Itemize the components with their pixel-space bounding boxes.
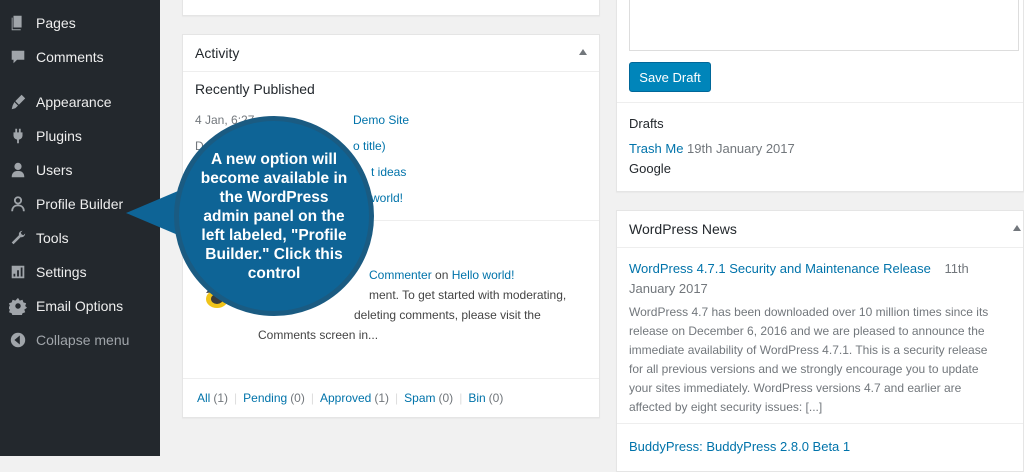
separator: | xyxy=(234,391,238,405)
filter-pending-link[interactable]: Pending xyxy=(243,391,287,405)
filter-count: (0) xyxy=(438,391,454,405)
post-link[interactable]: world! xyxy=(371,191,403,205)
draft-title-link[interactable]: Trash Me xyxy=(629,141,683,156)
activity-title: Activity xyxy=(195,45,240,61)
pages-icon xyxy=(0,14,36,32)
recently-published-heading: Recently Published xyxy=(195,81,315,97)
news-item-date: January 2017 xyxy=(629,281,708,296)
filter-bin-link[interactable]: Bin xyxy=(468,391,485,405)
sidebar-item-users[interactable]: Users xyxy=(0,153,160,187)
filter-count: (1) xyxy=(213,391,229,405)
draft-date: 19th January 2017 xyxy=(687,141,795,156)
divider xyxy=(617,423,1023,424)
sidebar-item-label: Settings xyxy=(36,264,87,280)
excerpt-line: affected by eight security issues: [...] xyxy=(629,400,823,414)
collapse-menu-label: Collapse menu xyxy=(36,332,130,348)
excerpt-line: release on December 6, 2016 and we are p… xyxy=(629,324,985,338)
post-link[interactable]: o title) xyxy=(353,139,386,153)
sidebar-item-comments[interactable]: Comments xyxy=(0,40,160,74)
draft-item: Trash Me 19th January 2017 xyxy=(629,141,795,156)
save-draft-button[interactable]: Save Draft xyxy=(629,62,711,92)
activity-header[interactable]: Activity xyxy=(183,35,599,72)
sidebar-item-plugins[interactable]: Plugins xyxy=(0,119,160,153)
comment-on-word: on xyxy=(435,268,449,282)
post-link[interactable]: t ideas xyxy=(371,165,406,179)
quick-draft-widget: Save Draft Drafts Trash Me 19th January … xyxy=(616,0,1024,192)
post-link[interactable]: Demo Site xyxy=(353,113,409,127)
appearance-icon xyxy=(0,93,36,111)
tutorial-callout: A new option will become available in th… xyxy=(174,116,374,316)
sidebar-item-label: Comments xyxy=(36,49,104,65)
filter-count: (0) xyxy=(290,391,305,405)
draft-content-textarea[interactable] xyxy=(629,0,1019,51)
news-item-date: 11th xyxy=(944,261,969,276)
excerpt-line: immediate availability of WordPress 4.7.… xyxy=(629,343,988,357)
news-item: WordPress 4.7.1 Security and Maintenance… xyxy=(629,259,1013,417)
comment-filter-bar: All (1) | Pending (0) | Approved (1) | Spam… xyxy=(183,378,599,417)
filter-approved-link[interactable]: Approved xyxy=(320,391,371,405)
sidebar-item-label: Email Options xyxy=(36,298,124,314)
draft-excerpt: Google xyxy=(629,161,671,176)
email-options-icon xyxy=(0,297,36,315)
collapse-icon xyxy=(0,331,36,349)
separator: | xyxy=(459,391,463,405)
collapse-toggle-icon[interactable] xyxy=(1013,225,1021,231)
comment-author-link[interactable]: Commenter xyxy=(369,268,432,282)
callout-arrow xyxy=(126,191,178,235)
news-item-link[interactable]: BuddyPress: BuddyPress 2.8.0 Beta 1 xyxy=(629,439,850,454)
wordpress-news-widget: WordPress News WordPress 4.7.1 Security … xyxy=(616,210,1024,472)
sidebar-item-label: Users xyxy=(36,162,73,178)
sidebar-item-label: Pages xyxy=(36,15,76,31)
sidebar-item-label: Tools xyxy=(36,230,69,246)
excerpt-line: for all previous versions and we strongl… xyxy=(629,362,979,376)
comments-icon xyxy=(0,48,36,66)
comment-post-link[interactable]: Hello world! xyxy=(452,268,515,282)
filter-all-link[interactable]: All xyxy=(197,391,210,405)
news-item-link[interactable]: WordPress 4.7.1 Security and Maintenance… xyxy=(629,261,931,276)
plugins-icon xyxy=(0,127,36,145)
sidebar-item-email-options[interactable]: Email Options xyxy=(0,289,160,323)
users-icon xyxy=(0,161,36,179)
callout-text: A new option will become available in th… xyxy=(200,150,348,282)
news-title: WordPress News xyxy=(629,221,737,237)
tools-icon xyxy=(0,229,36,247)
comment-line: Comments screen in... xyxy=(258,328,379,342)
collapse-toggle-icon[interactable] xyxy=(579,49,587,55)
profile-builder-icon xyxy=(0,195,36,213)
collapse-menu-button[interactable]: Collapse menu xyxy=(0,323,160,357)
separator: | xyxy=(310,391,314,405)
sidebar-item-label: Plugins xyxy=(36,128,82,144)
excerpt-line: WordPress 4.7 has been downloaded over 1… xyxy=(629,305,989,319)
filter-count: (0) xyxy=(488,391,504,405)
settings-icon xyxy=(0,263,36,281)
drafts-heading: Drafts xyxy=(629,116,664,131)
sidebar-item-pages[interactable]: Pages xyxy=(0,6,160,40)
divider xyxy=(617,102,1023,103)
filter-spam-link[interactable]: Spam xyxy=(404,391,435,405)
filter-count: (1) xyxy=(374,391,390,405)
sidebar-item-label: Profile Builder xyxy=(36,196,124,212)
sidebar-item-appearance[interactable]: Appearance xyxy=(0,85,160,119)
sidebar-item-label: Appearance xyxy=(36,94,112,110)
previous-widget-bottom xyxy=(182,0,600,16)
separator: | xyxy=(395,391,399,405)
news-header[interactable]: WordPress News xyxy=(617,211,1023,248)
sidebar-item-settings[interactable]: Settings xyxy=(0,255,160,289)
excerpt-line: your sites immediately. WordPress versio… xyxy=(629,381,962,395)
news-item: BuddyPress: BuddyPress 2.8.0 Beta 1 xyxy=(629,439,850,454)
news-item-excerpt: WordPress 4.7 has been downloaded over 1… xyxy=(629,303,1013,417)
